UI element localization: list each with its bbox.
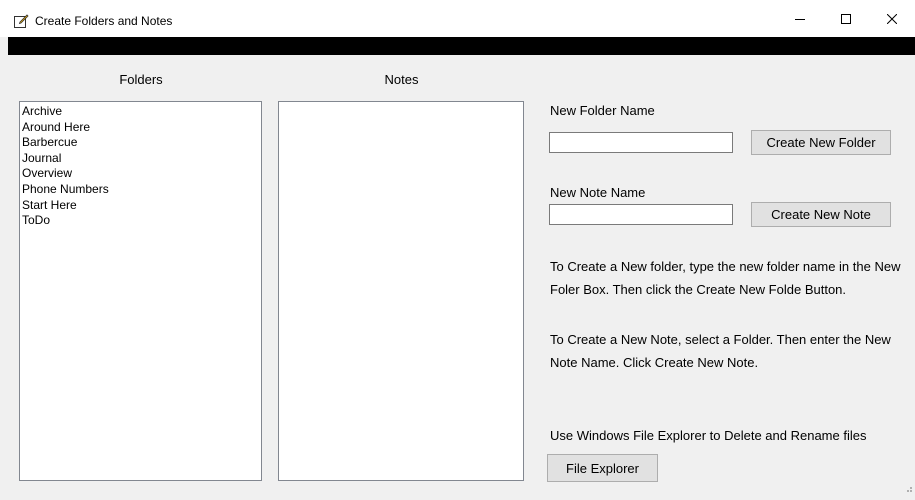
- list-item[interactable]: Phone Numbers: [22, 182, 259, 198]
- new-note-input[interactable]: [549, 204, 733, 225]
- maximize-icon: [841, 13, 851, 24]
- list-item[interactable]: Overview: [22, 166, 259, 182]
- close-button[interactable]: [869, 0, 915, 37]
- resize-grip-icon[interactable]: [903, 480, 913, 498]
- minimize-button[interactable]: [777, 0, 823, 37]
- edit-note-icon: [13, 13, 29, 29]
- list-item[interactable]: Start Here: [22, 198, 259, 214]
- maximize-button[interactable]: [823, 0, 869, 37]
- file-explorer-button[interactable]: File Explorer: [547, 454, 658, 482]
- minimize-icon: [795, 18, 805, 20]
- list-item[interactable]: Journal: [22, 151, 259, 167]
- list-item[interactable]: ToDo: [22, 213, 259, 229]
- title-bar: Create Folders and Notes: [0, 0, 915, 37]
- list-item[interactable]: Barbercue: [22, 135, 259, 151]
- window-title: Create Folders and Notes: [35, 14, 173, 28]
- folders-label: Folders: [119, 72, 163, 87]
- explorer-instructions: Use Windows File Explorer to Delete and …: [550, 428, 867, 443]
- list-item[interactable]: Around Here: [22, 120, 259, 136]
- new-note-label: New Note Name: [550, 185, 646, 200]
- note-instructions: To Create a New Note, select a Folder. T…: [550, 332, 891, 370]
- notes-listbox[interactable]: [278, 101, 524, 481]
- folder-instructions: To Create a New folder, type the new fol…: [550, 259, 901, 297]
- folders-listbox[interactable]: Archive Around Here Barbercue Journal Overvi…: [19, 101, 262, 481]
- new-folder-input[interactable]: [549, 132, 733, 153]
- menu-strip: [8, 37, 915, 55]
- create-new-folder-button[interactable]: Create New Folder: [751, 130, 891, 155]
- notes-label: Notes: [384, 72, 419, 87]
- create-new-note-button[interactable]: Create New Note: [751, 202, 891, 227]
- list-item[interactable]: Archive: [22, 104, 259, 120]
- new-folder-label: New Folder Name: [550, 103, 655, 118]
- close-icon: [887, 13, 897, 24]
